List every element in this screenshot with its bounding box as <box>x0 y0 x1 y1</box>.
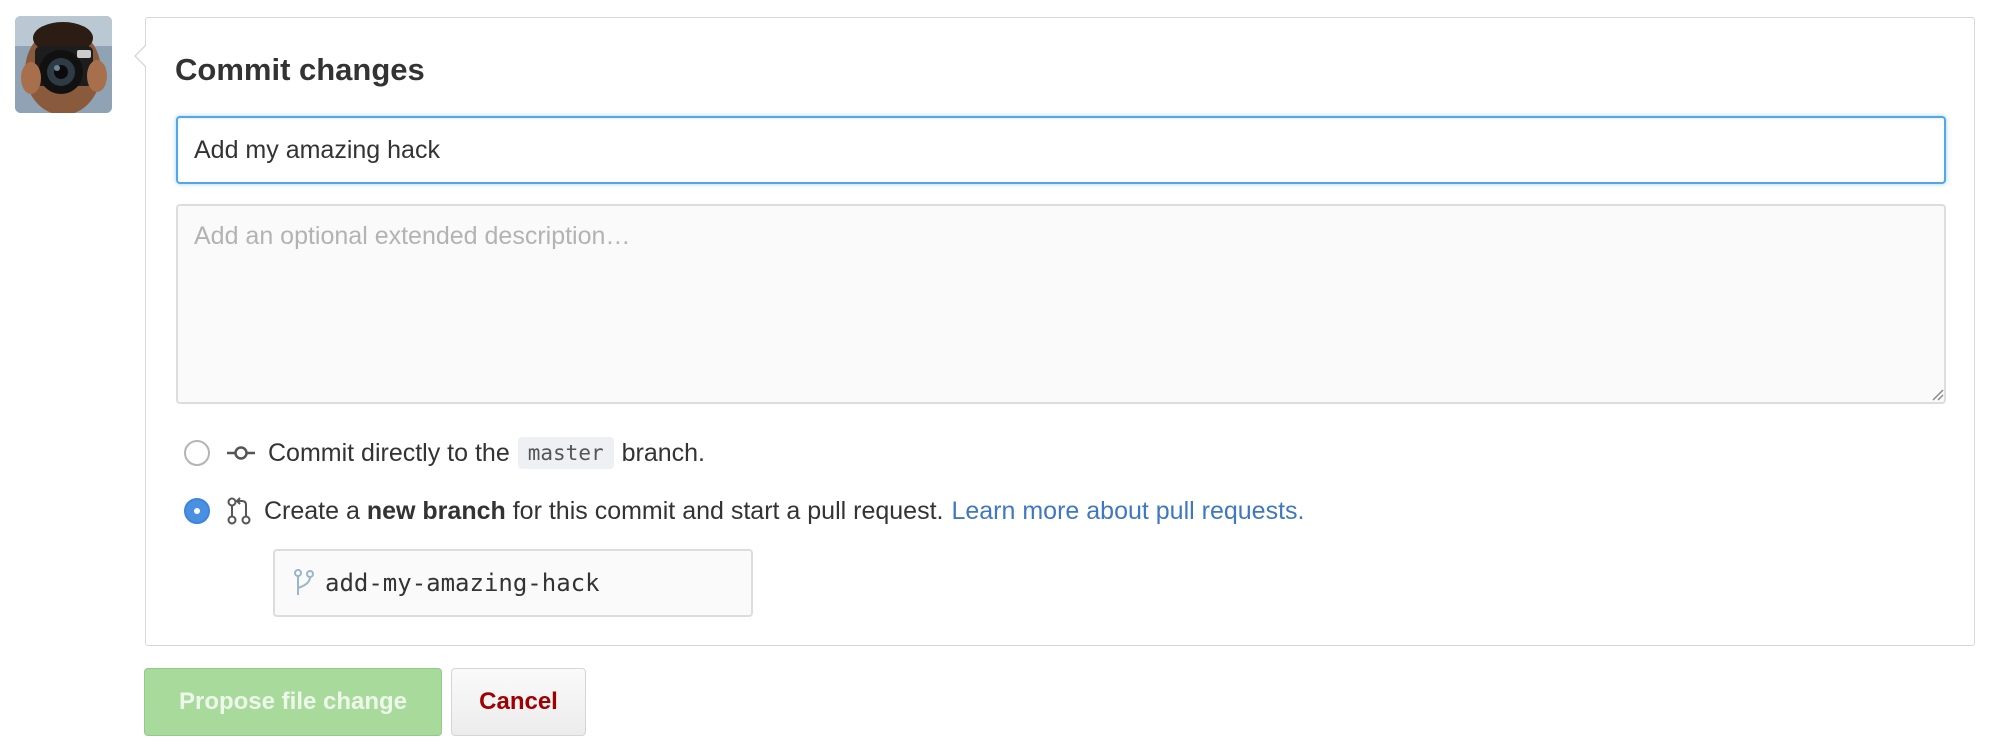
new-branch-bold-text: new branch <box>366 496 506 525</box>
commit-directly-suffix: branch. <box>621 438 705 467</box>
learn-more-pull-requests-link[interactable]: Learn more about pull requests. <box>951 497 1304 526</box>
commit-description-textarea[interactable] <box>176 204 1946 404</box>
base-branch-name: master <box>517 437 614 469</box>
new-branch-radio[interactable] <box>184 498 210 524</box>
commit-directly-text: Commit directly to the <box>268 438 510 467</box>
new-branch-text-suffix: for this commit and start a pull request… <box>512 496 944 525</box>
resize-grip-icon[interactable] <box>1932 389 1944 401</box>
commit-form: Commit changes Commit directly to the ma… <box>134 17 1975 646</box>
branch-name-field[interactable] <box>273 549 753 617</box>
git-pull-request-icon <box>226 496 252 526</box>
propose-file-change-button[interactable]: Propose file change <box>144 668 442 736</box>
new-branch-text-prefix: Create a <box>264 496 360 525</box>
commit-summary-input[interactable] <box>176 116 1946 184</box>
cancel-button[interactable]: Cancel <box>451 668 586 736</box>
commit-directly-radio[interactable] <box>184 440 210 466</box>
branch-name-input[interactable] <box>325 569 725 597</box>
commit-form-title: Commit changes <box>175 52 425 87</box>
new-branch-option[interactable]: Create a new branch for this commit and … <box>184 494 1304 528</box>
git-commit-icon <box>226 443 256 463</box>
commit-directly-option[interactable]: Commit directly to the master branch. <box>184 436 705 470</box>
user-avatar <box>15 16 112 113</box>
git-branch-icon <box>293 568 315 598</box>
